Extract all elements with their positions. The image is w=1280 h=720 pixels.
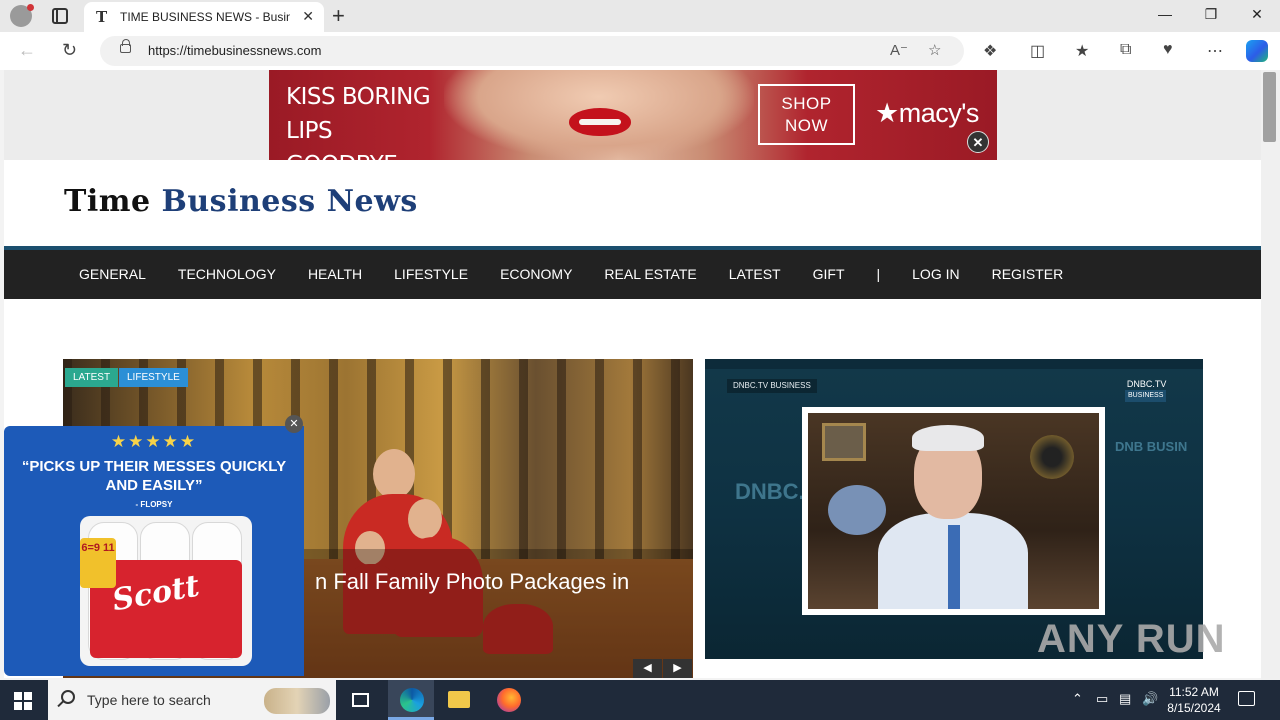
- lock-icon[interactable]: [120, 39, 131, 53]
- nav-item-log-in[interactable]: LOG IN: [896, 250, 975, 299]
- decor-plant-image: [1030, 435, 1074, 479]
- browser-tab-active[interactable]: T TIME BUSINESS NEWS - Business ✕: [84, 2, 324, 32]
- tag-lifestyle[interactable]: LIFESTYLE: [119, 368, 188, 387]
- hero-article-title[interactable]: n Fall Family Photo Packages in: [315, 569, 629, 595]
- nav-item-latest[interactable]: LATEST: [713, 250, 797, 299]
- tab-actions-icon[interactable]: [52, 8, 68, 24]
- favorite-star-icon[interactable]: ☆: [928, 41, 941, 59]
- close-tab-icon[interactable]: ✕: [302, 8, 314, 25]
- nav-item-economy[interactable]: ECONOMY: [484, 250, 588, 299]
- anyrun-watermark: ANY RUN: [1037, 617, 1226, 661]
- nav-item-technology[interactable]: TECHNOLOGY: [162, 250, 292, 299]
- favorites-icon[interactable]: ★: [1075, 41, 1089, 61]
- nav-item-health[interactable]: HEALTH: [292, 250, 378, 299]
- nav-item-gift[interactable]: GIFT: [797, 250, 861, 299]
- extensions-icon[interactable]: ❖: [983, 41, 997, 61]
- nav-item-lifestyle[interactable]: LIFESTYLE: [378, 250, 484, 299]
- nav-item-register[interactable]: REGISTER: [976, 250, 1080, 299]
- more-options-icon[interactable]: ⋯: [1207, 41, 1223, 61]
- browser-tab-bar: T TIME BUSINESS NEWS - Business ✕ + — ❐ …: [0, 0, 1280, 32]
- video-logo-right-sub: BUSINESS: [1125, 390, 1167, 402]
- clock-time: 11:52 AM: [1169, 685, 1219, 699]
- popup-ad-quote: “PICKS UP THEIR MESSES QUICKLY AND EASIL…: [21, 458, 287, 494]
- url-text[interactable]: https://timebusinessnews.com: [148, 43, 321, 58]
- slider-next-icon[interactable]: ▶: [663, 659, 692, 678]
- clock-date: 8/15/2024: [1167, 701, 1221, 715]
- back-icon[interactable]: ←: [18, 40, 36, 61]
- video-interview-image: [808, 413, 1099, 609]
- notification-icon[interactable]: [1238, 691, 1255, 706]
- ad-brand-logo: ★macy's: [875, 98, 979, 128]
- copilot-icon[interactable]: [1246, 40, 1268, 62]
- speaker-tie: [948, 525, 960, 609]
- rating-stars-icon: ★★★★★: [110, 432, 198, 451]
- top-banner-ad[interactable]: KISS BORING LIPS GOODBYE SHOP NOW ★macy'…: [269, 70, 997, 178]
- page-scrollbar[interactable]: [1261, 70, 1280, 680]
- tag-latest[interactable]: LATEST: [65, 368, 119, 387]
- video-player[interactable]: DNBC.T BUSINE DNB BUSIN DNBC.TV BUSINESS…: [705, 359, 1203, 659]
- new-tab-button[interactable]: +: [332, 3, 345, 29]
- video-bg-text-right: DNB BUSIN: [1115, 439, 1188, 454]
- taskbar-clock[interactable]: 11:52 AM 8/15/2024: [1158, 684, 1230, 716]
- popup-ad-close-icon[interactable]: ✕: [285, 415, 303, 433]
- nav-item-real-estate[interactable]: REAL ESTATE: [588, 250, 712, 299]
- minimize-icon[interactable]: —: [1142, 6, 1188, 22]
- slider-prev-icon[interactable]: ◀: [633, 659, 662, 678]
- search-icon: [61, 690, 75, 704]
- taskbar-search-box[interactable]: Type here to search: [48, 680, 336, 720]
- ad-headline: KISS BORING LIPS GOODBYE: [286, 84, 431, 178]
- main-navigation: GENERAL TECHNOLOGY HEALTH LIFESTYLE ECON…: [4, 250, 1261, 299]
- video-logo-right-title: DNBC.TV: [1126, 379, 1167, 389]
- folder-icon: [448, 691, 470, 708]
- edge-icon: [400, 688, 424, 712]
- volume-icon[interactable]: 🔊: [1142, 691, 1158, 707]
- profile-icon[interactable]: [10, 4, 34, 27]
- collections-icon[interactable]: ⧉: [1120, 41, 1131, 59]
- video-channel-logo: DNBC.TV BUSINESS: [727, 379, 817, 393]
- site-favicon-icon: T: [96, 8, 108, 26]
- speaker-hair: [912, 425, 984, 451]
- close-window-icon[interactable]: ✕: [1234, 6, 1280, 23]
- read-aloud-icon[interactable]: A⁻: [890, 41, 908, 59]
- taskbar-firefox-button[interactable]: [485, 680, 531, 720]
- search-placeholder: Type here to search: [87, 692, 211, 708]
- windows-start-icon[interactable]: [14, 692, 32, 710]
- refresh-icon[interactable]: ↻: [62, 40, 77, 61]
- picture-frame-image: [822, 423, 866, 461]
- taskbar-file-explorer-button[interactable]: [436, 680, 482, 720]
- logo-word-business-news: Business News: [161, 184, 418, 219]
- split-screen-icon[interactable]: ◫: [1030, 41, 1045, 61]
- tab-title: TIME BUSINESS NEWS - Business: [120, 10, 290, 24]
- hero-father-head: [373, 449, 415, 499]
- site-logo[interactable]: Time Business News: [64, 184, 418, 219]
- browser-toolbar: ← ↻ https://timebusinessnews.com A⁻ ☆ ❖ …: [0, 32, 1280, 70]
- pack-count-badge: 6=9 11: [80, 538, 116, 588]
- ad-shop-now-button[interactable]: SHOP NOW: [758, 84, 855, 145]
- search-highlight-image: [264, 688, 330, 714]
- show-hidden-icons-icon[interactable]: ⌃: [1072, 691, 1083, 707]
- logo-word-time: Time: [64, 184, 151, 219]
- network-icon[interactable]: ▤: [1119, 691, 1131, 707]
- nav-separator: |: [876, 266, 881, 282]
- windows-taskbar: Type here to search ⌃ ▭ ▤ 🔊 11:52 AM 8/1…: [0, 680, 1280, 720]
- hero-mother-head: [408, 499, 442, 539]
- restore-icon[interactable]: ❐: [1188, 6, 1234, 23]
- browser-essentials-icon[interactable]: ♥: [1163, 41, 1173, 59]
- task-view-button[interactable]: [338, 680, 384, 720]
- popup-ad-attribution: - FLOPSY: [135, 500, 173, 509]
- taskbar-edge-button[interactable]: [388, 680, 434, 720]
- corner-popup-ad[interactable]: ★★★★★ “PICKS UP THEIR MESSES QUICKLY AND…: [4, 426, 304, 676]
- scrollbar-thumb[interactable]: [1263, 72, 1276, 142]
- address-bar[interactable]: https://timebusinessnews.com A⁻ ☆: [100, 36, 964, 66]
- video-interview-frame: [802, 407, 1105, 615]
- video-channel-logo-right: DNBC.TV BUSINESS: [1125, 379, 1167, 402]
- flower-vase-image: [828, 485, 886, 535]
- ad-lips-image: [569, 108, 631, 136]
- ad-close-icon[interactable]: ✕: [967, 131, 989, 153]
- firefox-icon: [497, 688, 521, 712]
- nav-item-general[interactable]: GENERAL: [63, 250, 162, 299]
- device-icon[interactable]: ▭: [1096, 691, 1108, 707]
- task-view-icon: [352, 693, 369, 707]
- paper-towel-pack-image: 6=9 11 Scott: [80, 516, 252, 666]
